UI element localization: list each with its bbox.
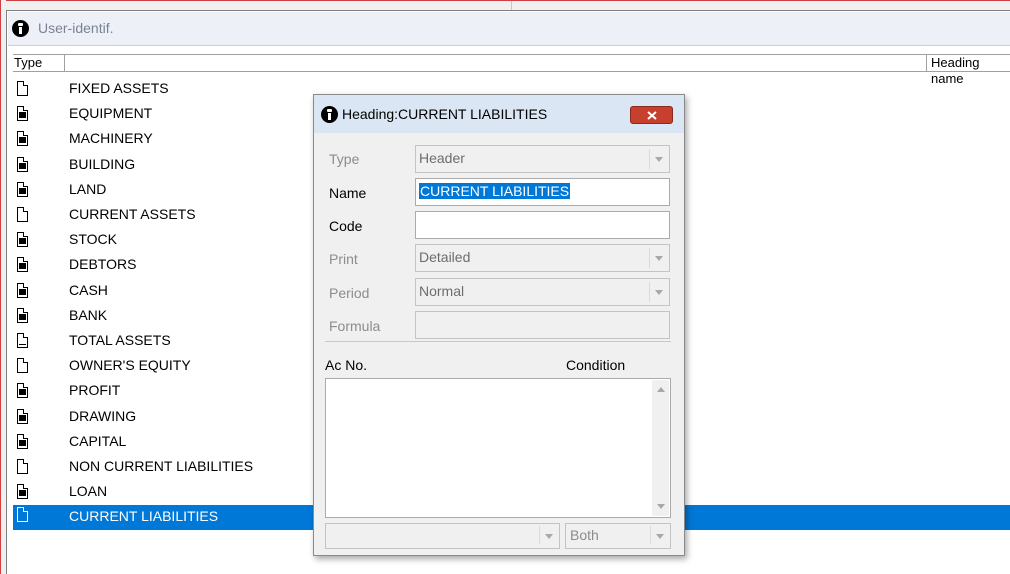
period-label: Period: [329, 285, 370, 301]
list-item-label: CURRENT ASSETS: [69, 206, 196, 222]
detail-doc-icon: [17, 484, 28, 500]
detail-doc-icon: [17, 307, 28, 323]
detail-doc-icon: [17, 383, 28, 399]
list-item-label: CURRENT LIABILITIES: [69, 508, 219, 525]
list-item-label: EQUIPMENT: [69, 105, 153, 122]
dialog-app-icon: [321, 106, 338, 123]
list-item-label: FIXED ASSETS: [69, 80, 169, 96]
account-select: [325, 523, 560, 549]
type-select: Header: [415, 145, 670, 173]
type-label: Type: [329, 151, 360, 167]
scrollbar[interactable]: [652, 380, 669, 516]
detail-doc-icon: [17, 106, 28, 122]
name-label: Name: [329, 185, 367, 201]
list-item-label: CASH: [69, 281, 108, 298]
period-select: Normal: [415, 278, 670, 306]
heading-dialog: Heading:CURRENT LIABILITIES Type Header …: [313, 94, 685, 556]
list-item-label: CAPITAL: [69, 432, 127, 449]
list-item-label: MACHINERY: [69, 130, 153, 147]
dialog-titlebar[interactable]: Heading:CURRENT LIABILITIES: [314, 95, 684, 133]
condition-select: Both: [565, 523, 671, 549]
column-header-type[interactable]: Type: [13, 55, 65, 71]
window-title: User-identif.: [38, 20, 114, 36]
list-item-label: DRAWING: [69, 407, 137, 424]
top-window-strip: [0, 0, 1010, 11]
header-doc-icon: [17, 358, 28, 374]
period-value: Normal: [419, 283, 465, 299]
condition-label: Condition: [566, 357, 626, 373]
ac-no-label: Ac No.: [325, 357, 368, 373]
header-doc-icon: [17, 81, 28, 96]
header-doc-icon: [17, 207, 28, 222]
detail-doc-icon: [17, 433, 28, 449]
scroll-down-icon[interactable]: [652, 498, 669, 515]
header-doc-icon: [17, 459, 28, 474]
formula-label: Formula: [329, 318, 381, 334]
detail-doc-icon: [17, 282, 28, 298]
code-field[interactable]: [415, 211, 670, 239]
list-item-label: DEBTORS: [69, 256, 137, 273]
list-item-label: LOAN: [69, 483, 108, 500]
list-header: Type Heading name: [13, 54, 1010, 86]
chevron-down-icon: [649, 248, 667, 268]
list-item-label: STOCK: [69, 231, 117, 248]
list-item-label: BUILDING: [69, 155, 136, 172]
name-field[interactable]: CURRENT LIABILITIES: [415, 178, 670, 206]
formula-field: [415, 311, 670, 339]
detail-doc-icon: [17, 408, 28, 424]
total-doc-icon: [17, 333, 28, 348]
list-item-label: LAND: [69, 180, 107, 197]
close-icon: [647, 111, 657, 120]
list-item-label: PROFIT: [69, 382, 121, 399]
chevron-down-icon: [539, 526, 557, 544]
app-info-icon: [12, 20, 29, 37]
detail-doc-icon: [17, 181, 28, 197]
dialog-divider: [325, 341, 671, 342]
list-item-label: BANK: [69, 306, 108, 323]
column-header-heading-name[interactable]: Heading name: [926, 55, 1010, 86]
detail-doc-icon: [17, 257, 28, 273]
name-value: CURRENT LIABILITIES: [419, 183, 571, 199]
close-button[interactable]: [630, 106, 673, 124]
list-item-label: TOTAL ASSETS: [69, 332, 171, 348]
scroll-up-icon[interactable]: [652, 381, 669, 398]
account-list[interactable]: [325, 378, 671, 518]
chevron-down-icon: [649, 149, 667, 169]
detail-doc-icon: [17, 131, 28, 147]
condition-select-value: Both: [570, 527, 599, 543]
list-item-label: OWNER'S EQUITY: [69, 357, 191, 374]
window-titlebar: User-identif.: [8, 12, 1010, 46]
print-select: Detailed: [415, 244, 670, 272]
print-label: Print: [329, 251, 358, 267]
list-item-label: NON CURRENT LIABILITIES: [69, 458, 254, 474]
chevron-down-icon: [649, 282, 667, 302]
header-doc-icon: [17, 507, 28, 523]
chevron-down-icon: [650, 526, 668, 544]
print-value: Detailed: [419, 249, 471, 265]
code-label: Code: [329, 218, 363, 234]
dialog-title: Heading:CURRENT LIABILITIES: [342, 106, 548, 122]
detail-doc-icon: [17, 232, 28, 248]
detail-doc-icon: [17, 156, 28, 172]
type-value: Header: [419, 150, 465, 166]
